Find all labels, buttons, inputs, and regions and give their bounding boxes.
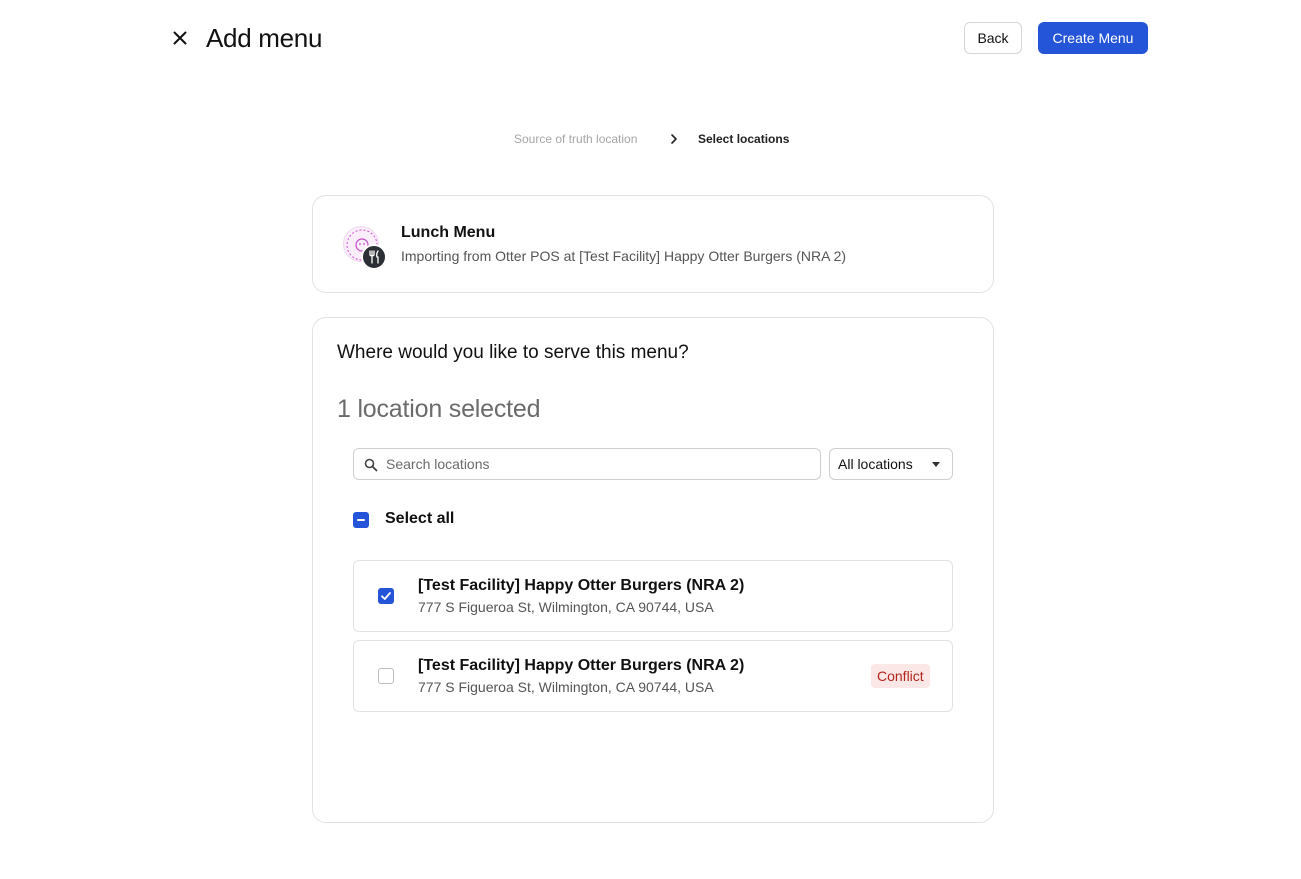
- chevron-right-icon: [671, 134, 677, 144]
- page-title: Add menu: [206, 23, 323, 53]
- location-row[interactable]: [Test Facility] Happy Otter Burgers (NRA…: [353, 560, 953, 632]
- conflict-badge: Conflict: [871, 664, 930, 688]
- search-icon: [364, 458, 378, 472]
- close-icon: [173, 31, 187, 45]
- select-all-checkbox[interactable]: [353, 512, 369, 528]
- search-box[interactable]: [353, 448, 821, 480]
- menu-name: Lunch Menu: [401, 224, 496, 241]
- menu-import-source: Importing from Otter POS at [Test Facili…: [401, 248, 847, 264]
- utensils-icon: [361, 244, 387, 270]
- checkmark-icon: [381, 592, 391, 600]
- select-all-label: Select all: [385, 510, 455, 527]
- search-input[interactable]: [386, 449, 816, 479]
- locations-card: Where would you like to serve this menu?…: [312, 317, 994, 823]
- location-address: 777 S Figueroa St, Wilmington, CA 90744,…: [418, 599, 714, 615]
- select-all-row[interactable]: Select all: [353, 508, 653, 532]
- caret-down-icon: [932, 462, 940, 467]
- selected-count: 1 location selected: [337, 395, 541, 423]
- location-filter-select[interactable]: All locations: [829, 448, 953, 480]
- location-row[interactable]: [Test Facility] Happy Otter Burgers (NRA…: [353, 640, 953, 712]
- filter-selected-value: All locations: [838, 456, 913, 472]
- location-checkbox[interactable]: [378, 588, 394, 604]
- back-button[interactable]: Back: [964, 22, 1022, 54]
- location-name: [Test Facility] Happy Otter Burgers (NRA…: [418, 577, 745, 594]
- location-address: 777 S Figueroa St, Wilmington, CA 90744,…: [418, 679, 714, 695]
- stepper: Source of truth location Select location…: [0, 130, 1301, 150]
- menu-summary-card: Lunch Menu Importing from Otter POS at […: [312, 195, 994, 293]
- locations-question: Where would you like to serve this menu?: [337, 342, 689, 363]
- location-name: [Test Facility] Happy Otter Burgers (NRA…: [418, 657, 745, 674]
- step-source-of-truth-location[interactable]: Source of truth location: [514, 132, 637, 146]
- step-select-locations: Select locations: [698, 132, 790, 146]
- create-menu-button[interactable]: Create Menu: [1038, 22, 1148, 54]
- close-button[interactable]: [168, 26, 192, 50]
- location-checkbox[interactable]: [378, 668, 394, 684]
